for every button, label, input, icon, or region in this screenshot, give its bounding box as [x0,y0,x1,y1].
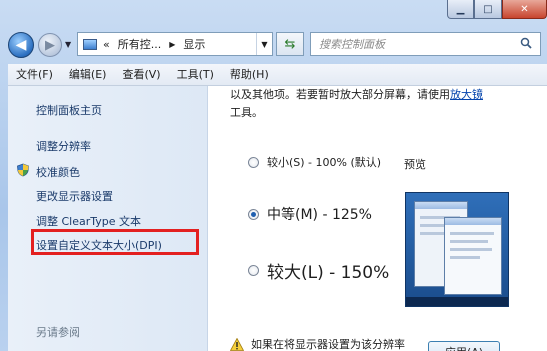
menu-help[interactable]: 帮助(H) [222,64,277,86]
address-bar[interactable]: « 所有控... ▶ 显示 ▼ [77,32,273,56]
sidebar-item-control-panel-home[interactable]: 控制面板主页 [36,102,102,118]
menu-view[interactable]: 查看(V) [114,64,168,86]
back-arrow-icon: ◀ [15,37,27,53]
back-button[interactable]: ◀ [8,32,34,58]
option-smaller[interactable]: 较小(S) - 100% (默认) [248,154,381,170]
option-medium-label: 中等(M) - 125% [267,207,372,223]
sidebar-item-adjust-cleartype[interactable]: 调整 ClearType 文本 [36,213,141,229]
forward-arrow-icon: ▶ [45,37,55,53]
maximize-button[interactable]: □ [474,0,502,19]
warning-text: 如果在将显示器设置为该分辨率 [251,338,405,351]
sidebar-item-change-display-settings[interactable]: 更改显示器设置 [36,188,113,204]
sidebar: 控制面板主页 调整分辨率 校准颜色 更改显示器设置 调整 ClearType 文… [8,86,208,351]
refresh-icon: ⇆ [284,36,296,52]
warning-row: 如果在将显示器设置为该分辨率 [229,336,405,351]
apply-button[interactable]: 应用(A) [428,341,500,351]
close-button[interactable]: ✕ [502,0,547,19]
option-larger[interactable]: 较大(L) - 150% [248,258,389,283]
intro-text-body: 以及其他项。若要暂时放大部分屏幕，请使用 [230,88,450,101]
option-smaller-label: 较小(S) - 100% (默认) [267,156,382,169]
recent-pages-dropdown[interactable]: ▼ [65,40,71,49]
intro-text-tail: 工具。 [230,106,263,119]
sidebar-item-calibrate-color[interactable]: 校准颜色 [36,164,80,180]
preview-window-front [444,217,502,295]
address-row: ◀ ▶ ▼ « 所有控... ▶ 显示 ▼ ⇆ 搜索控制面板 [0,24,547,64]
shield-icon [16,163,30,177]
address-dropdown-button[interactable]: ▼ [256,33,272,55]
breadcrumb-display[interactable]: 显示 [183,36,205,52]
minimize-button[interactable]: ▁ [447,0,474,19]
radio-smaller[interactable] [248,156,259,168]
menu-bar: 文件(F) 编辑(E) 查看(V) 工具(T) 帮助(H) [8,64,547,86]
preview-taskbar [406,297,508,306]
magnifier-link[interactable]: 放大镜 [450,88,483,101]
warning-icon [229,337,245,351]
window-frame: ▁ □ ✕ ◀ ▶ ▼ « 所有控... ▶ 显示 ▼ ⇆ 搜索控制面板 文件(… [0,0,547,351]
menu-edit[interactable]: 编辑(E) [61,64,115,86]
option-larger-label: 较大(L) - 150% [267,263,390,283]
caption-buttons: ▁ □ ✕ [447,0,547,20]
control-panel-icon [83,38,97,50]
refresh-button[interactable]: ⇆ [276,32,304,56]
search-icon[interactable] [520,37,532,52]
intro-text: 以及其他项。若要暂时放大部分屏幕，请使用放大镜 工具。 [230,86,540,122]
forward-button[interactable]: ▶ [38,33,62,57]
preview-image [405,192,509,307]
radio-larger[interactable] [248,265,259,276]
search-placeholder: 搜索控制面板 [319,38,385,51]
breadcrumb-all-control-panel[interactable]: 所有控... [118,36,162,52]
radio-medium[interactable] [248,208,259,220]
sidebar-item-adjust-resolution[interactable]: 调整分辨率 [36,138,91,154]
search-input[interactable]: 搜索控制面板 [310,32,541,56]
see-also-heading: 另请参阅 [36,326,80,339]
highlight-box [31,229,199,255]
preview-label: 预览 [404,158,426,171]
main-content: 以及其他项。若要暂时放大部分屏幕，请使用放大镜 工具。 较小(S) - 100%… [208,86,547,351]
option-medium[interactable]: 中等(M) - 125% [248,204,372,224]
menu-tools[interactable]: 工具(T) [169,64,222,86]
menu-file[interactable]: 文件(F) [8,64,61,86]
address-overflow-chevron[interactable]: « [103,38,110,51]
breadcrumb-separator-icon[interactable]: ▶ [169,40,175,49]
